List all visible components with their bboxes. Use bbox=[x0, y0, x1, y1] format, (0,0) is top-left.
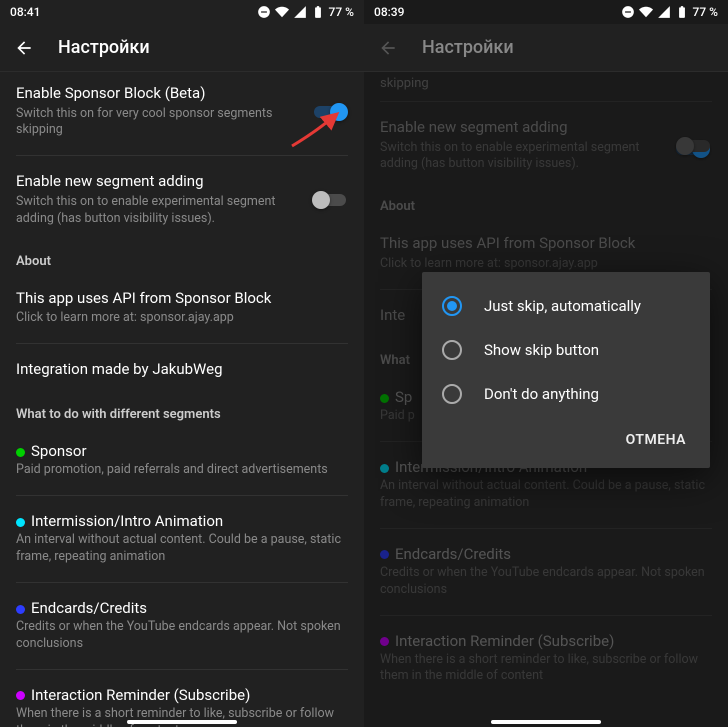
app-bar: Настройки bbox=[364, 24, 728, 72]
setting-api-info[interactable]: This app uses API from Sponsor Block Cli… bbox=[16, 277, 348, 339]
segment-intermission[interactable]: Intermission/Intro Animation An interval… bbox=[16, 500, 348, 578]
nav-bar[interactable] bbox=[0, 717, 364, 727]
setting-subtitle: Switch this on for very cool sponsor seg… bbox=[16, 106, 300, 140]
enable-sponsor-toggle[interactable] bbox=[312, 102, 348, 122]
radio-icon bbox=[442, 340, 462, 360]
enable-segment-toggle[interactable] bbox=[312, 190, 348, 210]
app-bar: Настройки bbox=[0, 24, 364, 72]
status-bar: 08:39 77 % bbox=[364, 0, 728, 24]
dnd-icon bbox=[257, 5, 271, 19]
status-time: 08:39 bbox=[374, 5, 404, 19]
wifi-icon bbox=[275, 5, 289, 19]
segment-interaction[interactable]: Interaction Reminder (Subscribe) When th… bbox=[380, 620, 712, 698]
setting-title: Enable Sponsor Block (Beta) bbox=[16, 84, 300, 104]
about-header: About bbox=[16, 240, 348, 277]
segments-header: What to do with different segments bbox=[16, 393, 348, 430]
setting-enable-sponsor-block[interactable]: Enable Sponsor Block (Beta) Switch this … bbox=[16, 72, 348, 151]
back-icon[interactable] bbox=[378, 38, 398, 58]
sponsor-dot bbox=[16, 448, 25, 457]
setting-enable-segment-adding[interactable]: Enable new segment adding Switch this on… bbox=[16, 160, 348, 239]
cancel-button[interactable]: ОТМЕНА bbox=[618, 424, 694, 456]
enable-segment-toggle[interactable] bbox=[676, 136, 712, 156]
status-battery: 77 % bbox=[693, 5, 718, 19]
page-title: Настройки bbox=[58, 37, 150, 58]
signal-icon bbox=[293, 5, 307, 19]
segment-action-dialog: Just skip, automatically Show skip butto… bbox=[422, 272, 710, 468]
setting-subtitle: Switch this on to enable experimental se… bbox=[16, 194, 300, 228]
radio-icon bbox=[442, 296, 462, 316]
battery-icon bbox=[675, 5, 689, 19]
radio-option-show-button[interactable]: Show skip button bbox=[422, 328, 710, 372]
segment-endcards[interactable]: Endcards/Credits Credits or when the You… bbox=[380, 533, 712, 611]
radio-option-nothing[interactable]: Don't do anything bbox=[422, 372, 710, 416]
status-battery: 77 % bbox=[329, 5, 354, 19]
status-bar: 08:41 77 % bbox=[0, 0, 364, 24]
intermission-dot bbox=[16, 518, 25, 527]
about-header: About bbox=[380, 185, 712, 222]
partial-text: skipping bbox=[380, 72, 712, 97]
setting-enable-segment-adding[interactable]: Enable new segment adding Switch this on… bbox=[380, 106, 712, 185]
endcards-dot bbox=[16, 605, 25, 614]
nav-bar[interactable] bbox=[364, 717, 728, 727]
page-title: Настройки bbox=[422, 37, 514, 58]
setting-integration[interactable]: Integration made by JakubWeg bbox=[16, 348, 348, 394]
interaction-dot bbox=[16, 691, 25, 700]
battery-icon bbox=[311, 5, 325, 19]
back-icon[interactable] bbox=[14, 38, 34, 58]
segment-endcards[interactable]: Endcards/Credits Credits or when the You… bbox=[16, 587, 348, 665]
left-screenshot: 08:41 77 % Настройки Enable Sponsor Bloc… bbox=[0, 0, 364, 727]
radio-option-skip[interactable]: Just skip, automatically bbox=[422, 284, 710, 328]
segment-sponsor[interactable]: Sponsor Paid promotion, paid referrals a… bbox=[16, 430, 348, 491]
setting-title: Enable new segment adding bbox=[16, 172, 300, 192]
status-time: 08:41 bbox=[10, 5, 40, 19]
right-screenshot: 08:39 77 % Настройки skipping Enable new… bbox=[364, 0, 728, 727]
radio-icon bbox=[442, 384, 462, 404]
wifi-icon bbox=[639, 5, 653, 19]
signal-icon bbox=[657, 5, 671, 19]
dnd-icon bbox=[621, 5, 635, 19]
